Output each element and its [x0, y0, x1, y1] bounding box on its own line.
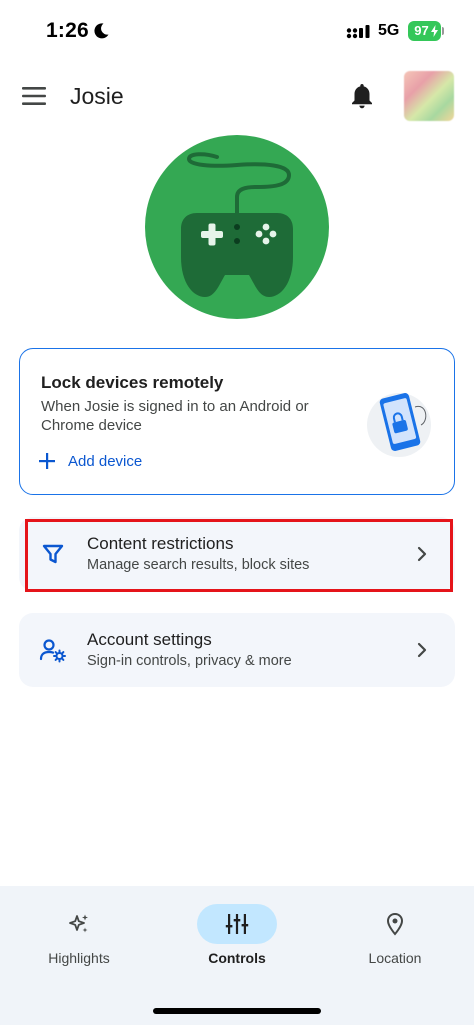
- lock-card-title: Lock devices remotely: [41, 373, 224, 392]
- filter-icon: [42, 544, 64, 564]
- moon-icon: [94, 23, 109, 39]
- page-title: Josie: [70, 83, 124, 109]
- account-settings-title: Account settings: [87, 630, 212, 649]
- lock-devices-card: Lock devices remotely When Josie is sign…: [19, 348, 455, 495]
- content-restrictions-title: Content restrictions: [87, 534, 234, 553]
- nav-location[interactable]: Location: [316, 886, 474, 986]
- content-restrictions-row[interactable]: Content restrictions Manage search resul…: [19, 517, 455, 591]
- hamburger-menu-icon[interactable]: [22, 86, 46, 106]
- status-bar: 1:26 5G 97: [0, 0, 474, 62]
- nav-highlights-label: Highlights: [48, 950, 110, 966]
- hero-illustration: [145, 135, 329, 319]
- battery-cap: [442, 27, 444, 35]
- bell-icon[interactable]: [349, 82, 375, 110]
- sparkle-icon: [69, 914, 88, 933]
- bottom-navigation: Highlights Controls Location: [0, 886, 474, 1025]
- nav-location-icon-container: [355, 904, 435, 944]
- location-pin-icon: [386, 912, 404, 936]
- nav-highlights-icon-container: [39, 904, 119, 944]
- chevron-right-icon: [417, 642, 427, 658]
- battery-level: 97: [414, 23, 429, 38]
- battery-indicator: 97: [408, 21, 441, 41]
- add-device-button[interactable]: Add device: [38, 450, 142, 472]
- charging-bolt-icon: [431, 25, 438, 37]
- lock-card-description: When Josie is signed in to an Android or…: [41, 398, 309, 434]
- home-indicator: [153, 1008, 321, 1014]
- add-device-label: Add device: [68, 452, 143, 470]
- nav-highlights[interactable]: Highlights: [0, 886, 158, 986]
- status-time: 1:26: [46, 19, 89, 42]
- nav-controls[interactable]: Controls: [158, 886, 316, 986]
- account-settings-row[interactable]: Account settings Sign-in controls, priva…: [19, 613, 455, 687]
- chevron-right-icon: [417, 546, 427, 562]
- account-settings-subtitle: Sign-in controls, privacy & more: [87, 653, 292, 669]
- nav-location-label: Location: [368, 950, 422, 966]
- account-settings-icon: [39, 639, 66, 663]
- game-controller-icon: [181, 152, 293, 297]
- content-restrictions-subtitle: Manage search results, block sites: [87, 557, 310, 573]
- network-type-label: 5G: [378, 22, 400, 39]
- nav-controls-label: Controls: [208, 950, 266, 966]
- locked-phone-icon: [367, 393, 431, 457]
- signal-icon: [346, 25, 370, 39]
- app-bar: Josie: [0, 62, 474, 130]
- avatar[interactable]: [404, 71, 454, 121]
- sliders-icon: [225, 914, 249, 934]
- plus-icon: [39, 453, 55, 469]
- nav-controls-icon-container: [197, 904, 277, 944]
